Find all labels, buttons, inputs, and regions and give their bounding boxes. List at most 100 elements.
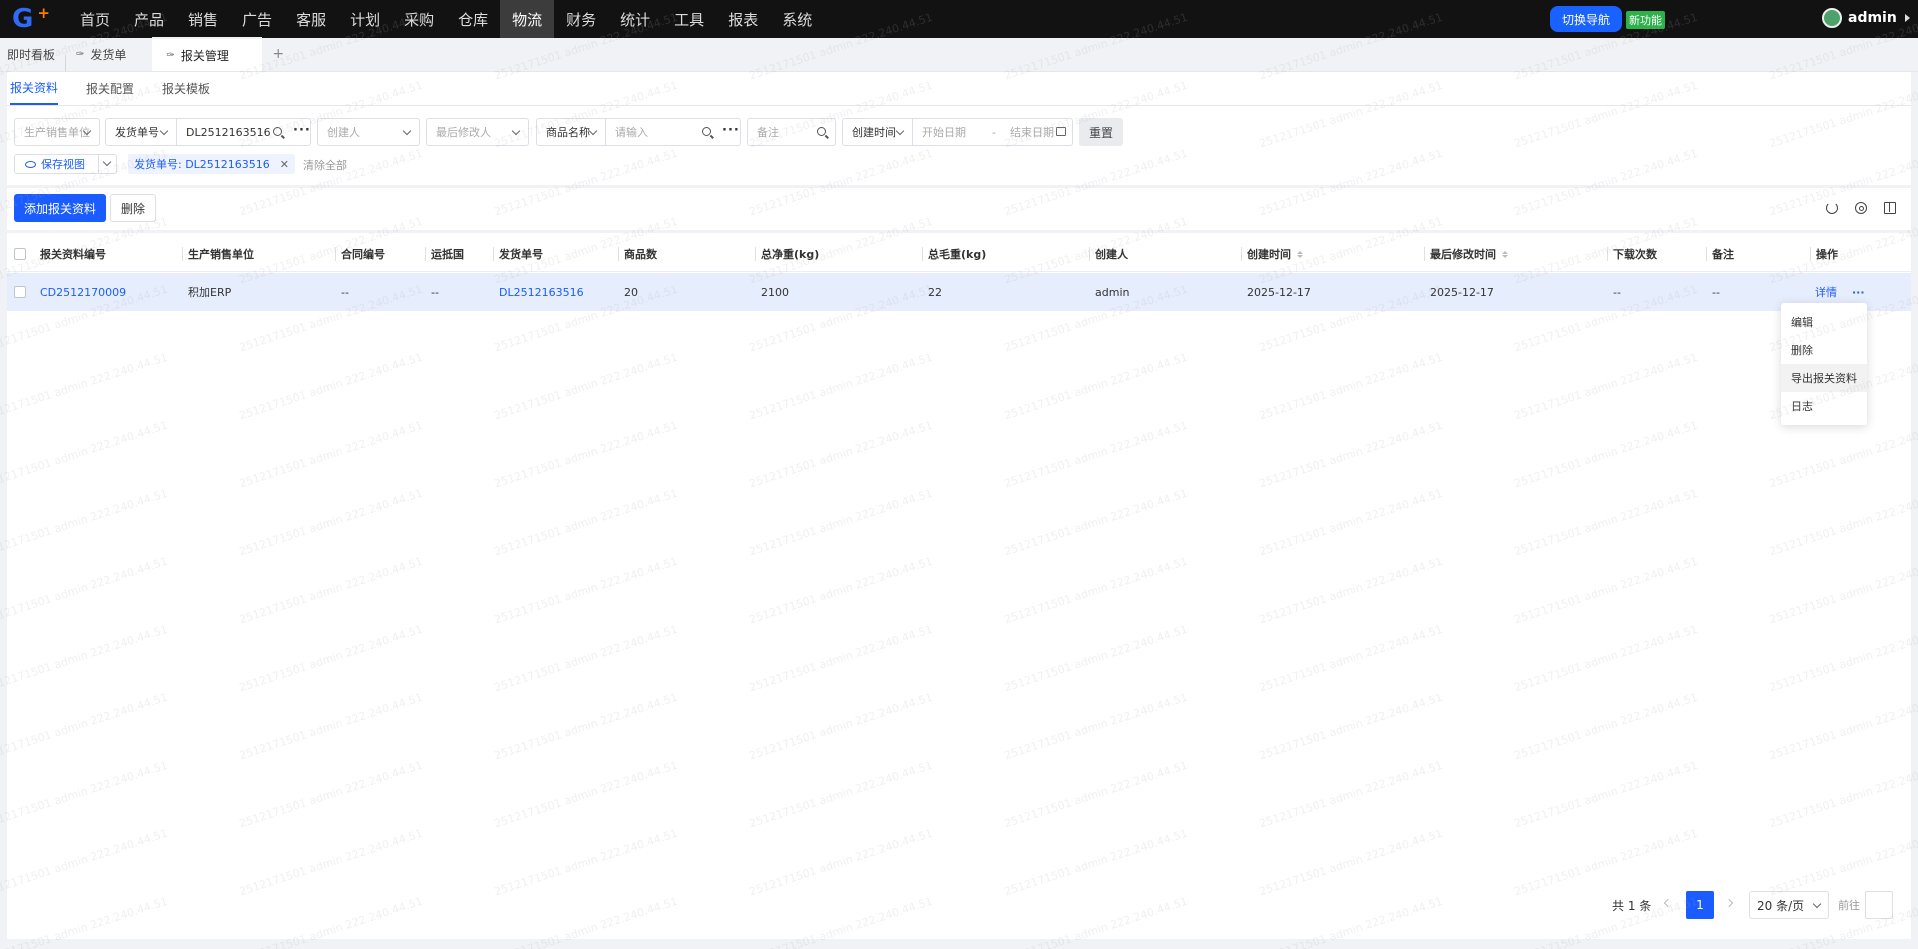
cell-id[interactable]: CD2512170009 — [40, 273, 126, 311]
col-created[interactable]: 创建时间 — [1241, 236, 1303, 272]
date-label: 创建时间 — [852, 126, 896, 139]
settings-icon[interactable] — [1855, 202, 1867, 214]
nav-item-purchase[interactable]: 采购 — [392, 0, 446, 38]
goto-page-input[interactable] — [1865, 891, 1893, 919]
table-header: 报关资料编号 生产销售单位 合同编号 运抵国 发货单号 商品数 总净重(kg) … — [7, 236, 1911, 272]
chevron-down-icon — [588, 126, 598, 136]
subtab-customs-config[interactable]: 报关配置 — [86, 71, 134, 105]
add-tab-button[interactable]: + — [262, 37, 294, 71]
cell-creator: admin — [1095, 285, 1130, 299]
username: admin — [1848, 10, 1897, 26]
subtab-customs-template[interactable]: 报关模板 — [162, 71, 210, 105]
page-size-select[interactable]: 20 条/页 — [1749, 891, 1829, 919]
prev-page-icon[interactable] — [1663, 898, 1673, 908]
search-icon[interactable] — [702, 127, 711, 136]
nav-item-logistics[interactable]: 物流 — [500, 0, 555, 38]
chevron-down-icon — [895, 126, 905, 136]
nav-item-sales[interactable]: 销售 — [176, 0, 230, 38]
nav-item-finance[interactable]: 财务 — [554, 0, 608, 38]
delete-button[interactable]: 删除 — [110, 194, 157, 222]
filter-chip: 发货单号: DL2512163516 ✕ — [128, 154, 296, 174]
col-creator: 创建人 — [1089, 236, 1128, 272]
tab-shipping[interactable]: ✑ 发货单 — [66, 37, 136, 71]
ship-no-field-select[interactable]: 发货单号 — [105, 118, 177, 146]
tab-customs-label: 报关管理 — [180, 48, 229, 63]
total-count: 共 1 条 — [1612, 899, 1652, 913]
date-field-select[interactable]: 创建时间 — [842, 118, 913, 146]
menu-item-delete[interactable]: 删除 — [1781, 336, 1867, 364]
nav-item-products[interactable]: 产品 — [122, 0, 176, 38]
end-date[interactable]: 结束日期 — [1010, 124, 1054, 140]
nav-item-system[interactable]: 系统 — [770, 0, 824, 38]
cell-contract: -- — [341, 285, 349, 299]
cell-net-weight: 2100 — [761, 285, 789, 299]
chevron-down-icon — [402, 126, 412, 136]
nav-item-service[interactable]: 客服 — [284, 0, 338, 38]
menu-item-edit[interactable]: 编辑 — [1781, 308, 1867, 336]
user-menu[interactable]: admin — [1822, 8, 1910, 28]
col-remark: 备注 — [1706, 236, 1734, 272]
plus-icon: + — [272, 46, 285, 62]
subtab-customs-data[interactable]: 报关资料 — [10, 71, 59, 105]
columns-icon[interactable] — [1884, 202, 1896, 214]
creator-select[interactable]: 创建人 — [317, 118, 420, 146]
nav-item-ads[interactable]: 广告 — [230, 0, 284, 38]
menu-item-log[interactable]: 日志 — [1781, 392, 1867, 420]
cell-remark: -- — [1712, 285, 1720, 299]
sub-tabs: 报关资料 报关配置 报关模板 — [7, 72, 1911, 106]
more-icon[interactable]: ··· — [722, 123, 740, 138]
caret-right-icon — [1904, 14, 1910, 22]
filter-bar: 生产销售单位 发货单号 DL2512163516 ··· 创建人 最后修改人 商… — [7, 118, 1911, 148]
next-page-icon[interactable] — [1724, 898, 1734, 908]
menu-item-export[interactable]: 导出报关资料 — [1781, 364, 1867, 392]
nav-item-reports[interactable]: 报表 — [716, 0, 770, 38]
app-logo[interactable]: G + — [0, 0, 60, 38]
sort-icon — [1297, 250, 1303, 258]
ship-no-input[interactable]: DL2512163516 ··· — [176, 118, 311, 146]
switch-nav-button[interactable]: 切换导航 — [1550, 6, 1623, 32]
add-customs-button[interactable]: 添加报关资料 — [14, 194, 107, 222]
nav-item-tools[interactable]: 工具 — [662, 0, 716, 38]
modifier-select[interactable]: 最后修改人 — [426, 118, 529, 146]
clear-all-link[interactable]: 清除全部 — [303, 157, 347, 173]
close-icon[interactable]: ✕ — [280, 158, 289, 171]
tab-dashboard[interactable]: 即时看板 — [0, 37, 65, 71]
nav-item-stats[interactable]: 统计 — [608, 0, 662, 38]
col-unit: 生产销售单位 — [182, 236, 254, 272]
divider — [7, 185, 1911, 188]
start-date[interactable]: 开始日期 — [922, 124, 966, 140]
reset-button[interactable]: 重置 — [1079, 118, 1124, 146]
select-all-checkbox[interactable] — [14, 248, 26, 260]
page-size-label: 20 条/页 — [1757, 898, 1805, 913]
top-nav: G + 首页 产品 销售 广告 客服 计划 采购 仓库 物流 财务 统计 工具 报… — [0, 0, 1918, 38]
search-icon[interactable] — [273, 127, 282, 136]
nav-item-home[interactable]: 首页 — [68, 0, 122, 38]
chevron-down-icon[interactable] — [98, 155, 116, 173]
col-contract: 合同编号 — [335, 236, 385, 272]
col-actions: 操作 — [1810, 236, 1838, 272]
col-goods: 商品数 — [618, 236, 657, 272]
date-range-picker[interactable]: 开始日期 - 结束日期 — [912, 118, 1073, 146]
cell-ship-no[interactable]: DL2512163516 — [499, 273, 584, 311]
cell-modified: 2025-12-17 — [1430, 285, 1494, 299]
product-input[interactable]: 请输入 ··· — [605, 118, 741, 146]
col-country: 运抵国 — [425, 236, 464, 272]
page-number[interactable]: 1 — [1686, 891, 1714, 919]
row-checkbox[interactable] — [14, 286, 26, 298]
unit-select[interactable]: 生产销售单位 — [14, 118, 100, 146]
nav-item-plan[interactable]: 计划 — [338, 0, 392, 38]
tab-customs[interactable]: ✑ 报关管理 — [152, 37, 263, 71]
col-modified[interactable]: 最后修改时间 — [1424, 236, 1508, 272]
save-view-button[interactable]: 保存视图 — [14, 154, 117, 174]
col-net-weight: 总净重(kg) — [755, 236, 819, 272]
calendar-icon — [1056, 127, 1066, 136]
cell-goods: 20 — [624, 285, 638, 299]
search-icon[interactable] — [817, 127, 826, 136]
new-feature-badge[interactable]: 新功能 — [1626, 11, 1665, 29]
remark-input[interactable]: 备注 — [747, 118, 836, 146]
refresh-icon[interactable] — [1826, 202, 1838, 214]
product-field-select[interactable]: 商品名称 — [536, 118, 606, 146]
more-icon[interactable]: ··· — [293, 123, 311, 138]
nav-item-warehouse[interactable]: 仓库 — [446, 0, 500, 38]
filter-chip-label: 发货单号: DL2512163516 — [134, 158, 270, 171]
